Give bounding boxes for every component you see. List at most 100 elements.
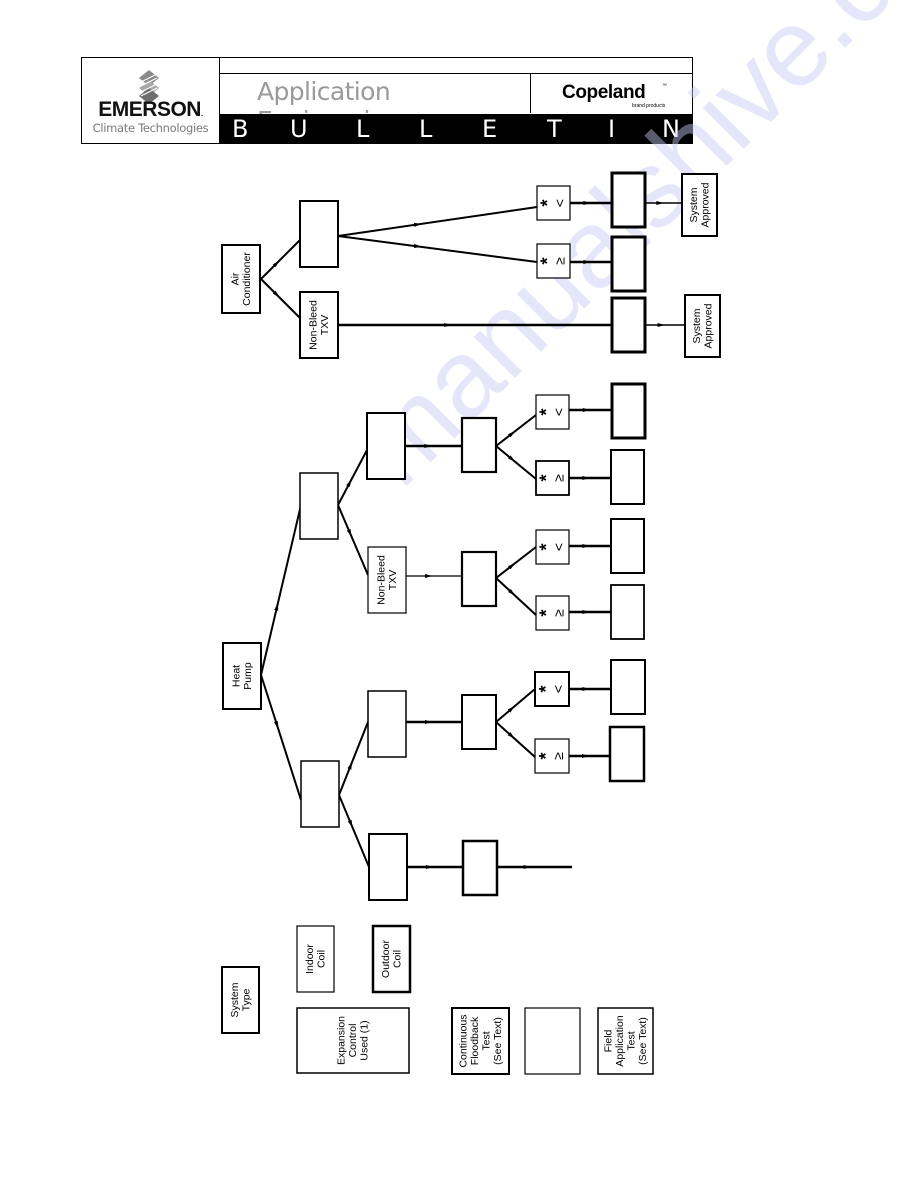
comparison-symbol: <	[552, 199, 568, 207]
box-label: Expansion	[336, 1016, 348, 1065]
box-label: Test	[625, 1031, 637, 1050]
arrow-head-icon	[656, 200, 664, 206]
hp-outdoor-1-box	[366, 412, 406, 480]
box-outline	[524, 1007, 581, 1075]
box-outline	[610, 518, 645, 574]
box-outline	[461, 694, 497, 750]
ac-txv-box: Non-Bleed TXV	[299, 291, 339, 359]
legend-indoor-coil: Indoor Coil	[296, 925, 335, 993]
legend-blank	[524, 1007, 581, 1075]
box-outline	[461, 839, 499, 897]
comparison-symbol: ≥	[552, 257, 568, 265]
connector-line	[495, 577, 537, 616]
box-outline	[610, 659, 646, 715]
hp-outdoor-2b-box	[368, 833, 408, 901]
box-label: Non-Bleed	[307, 300, 319, 350]
box-outline	[299, 472, 339, 540]
box-outline	[610, 449, 645, 505]
arrow-head-icon	[273, 721, 279, 729]
box-label: Indoor	[304, 944, 316, 974]
connector-line	[260, 504, 302, 676]
box-label: System	[691, 308, 703, 343]
hp-txv-1-box: Non-Bleed TXV	[367, 546, 407, 614]
ac-system-box: Air Conditioner	[221, 244, 261, 314]
box-label: Type	[240, 988, 252, 1011]
ac-indoor-box	[299, 200, 339, 268]
comparison-symbol: <	[551, 408, 567, 416]
hp-e1a-ge-box	[610, 449, 645, 505]
box-label: Application	[614, 1015, 626, 1067]
connector-line	[337, 449, 368, 506]
legend-floodback: Continuous Floodback Test (See Text)	[451, 1007, 510, 1075]
arrow-head-icon	[657, 322, 665, 328]
connector-line	[495, 721, 536, 758]
flowchart-diagram: Air ConditionerNon-Bleed TXV*<*≥System Appr…	[221, 171, 721, 1075]
comparison-symbol: ≥	[551, 609, 567, 617]
box-label: Continuous	[457, 1014, 469, 1067]
box-outline	[299, 200, 339, 268]
arrow-head-icon	[523, 864, 531, 870]
box-outline	[300, 760, 340, 828]
hp-mid-1b-box	[460, 550, 498, 608]
connector-line	[338, 794, 370, 868]
arrow-head-icon	[444, 322, 452, 328]
arrow-head-icon	[424, 719, 433, 725]
box-label: System	[688, 187, 700, 222]
hp-c1a-lt-box: *<	[535, 394, 570, 430]
box-outline	[610, 296, 647, 354]
box-label: Test	[480, 1031, 492, 1050]
arrow-head-icon	[582, 543, 590, 549]
ac-lt-test-box	[610, 171, 647, 229]
arrow-head-icon	[583, 200, 591, 206]
arrow-head-icon	[274, 603, 279, 611]
hp-e2-lt-box	[610, 659, 646, 715]
box-label: Outdoor	[380, 940, 392, 978]
box-label: Heat	[230, 665, 242, 687]
ac-ge-test-box	[610, 235, 647, 293]
ac-txv-approved-box: System Approved	[684, 294, 721, 358]
hp-e1b-ge-box	[610, 584, 645, 640]
comparison-symbol: ≥	[551, 474, 567, 482]
box-label: (See Text)	[492, 1017, 504, 1065]
hp-system-box: Heat Pump	[222, 642, 262, 710]
box-outline	[610, 382, 647, 440]
hp-mid-2a-box	[461, 694, 497, 750]
hp-e1a-lt-box	[610, 382, 647, 440]
hp-c1b-ge-box: *≥	[535, 595, 570, 631]
connector-line	[337, 206, 538, 237]
connector-line	[495, 546, 537, 579]
hp-mid-1a-box	[460, 416, 498, 474]
arrow-head-icon	[582, 686, 590, 692]
box-label: Approved	[702, 303, 714, 348]
box-label: Approved	[699, 182, 711, 227]
box-label: Coil	[315, 950, 327, 968]
box-label: Pump	[242, 662, 254, 690]
box-outline	[460, 550, 498, 608]
arrow-head-icon	[347, 762, 353, 770]
connector-line	[495, 414, 537, 447]
connector-line	[337, 235, 538, 263]
hp-c1b-lt-box: *<	[535, 529, 570, 565]
box-label: Field	[602, 1029, 614, 1052]
box-outline	[610, 584, 645, 640]
arrow-head-icon	[583, 259, 591, 265]
box-outline	[368, 833, 408, 901]
hp-mid-2b-box	[461, 839, 499, 897]
connector-line	[260, 239, 301, 280]
hp-c1a-ge-box: *≥	[535, 460, 570, 496]
arrow-head-icon	[581, 753, 590, 759]
hp-e2-ge-box	[608, 725, 646, 783]
connector-line	[337, 504, 369, 576]
box-outline	[610, 235, 647, 293]
ac-txv-test-box	[610, 296, 647, 354]
arrow-head-icon	[582, 407, 591, 413]
hp-c2-ge-box: *≥	[534, 738, 570, 774]
box-label: Non-Bleed	[375, 555, 387, 605]
box-label: System	[229, 982, 241, 1017]
comparison-symbol: <	[551, 543, 567, 551]
ac-lt-box: *<	[536, 185, 571, 221]
box-outline	[608, 725, 646, 783]
hp-e1b-lt-box	[610, 518, 645, 574]
box-label: TXV	[387, 570, 399, 590]
connector-line	[495, 688, 536, 723]
